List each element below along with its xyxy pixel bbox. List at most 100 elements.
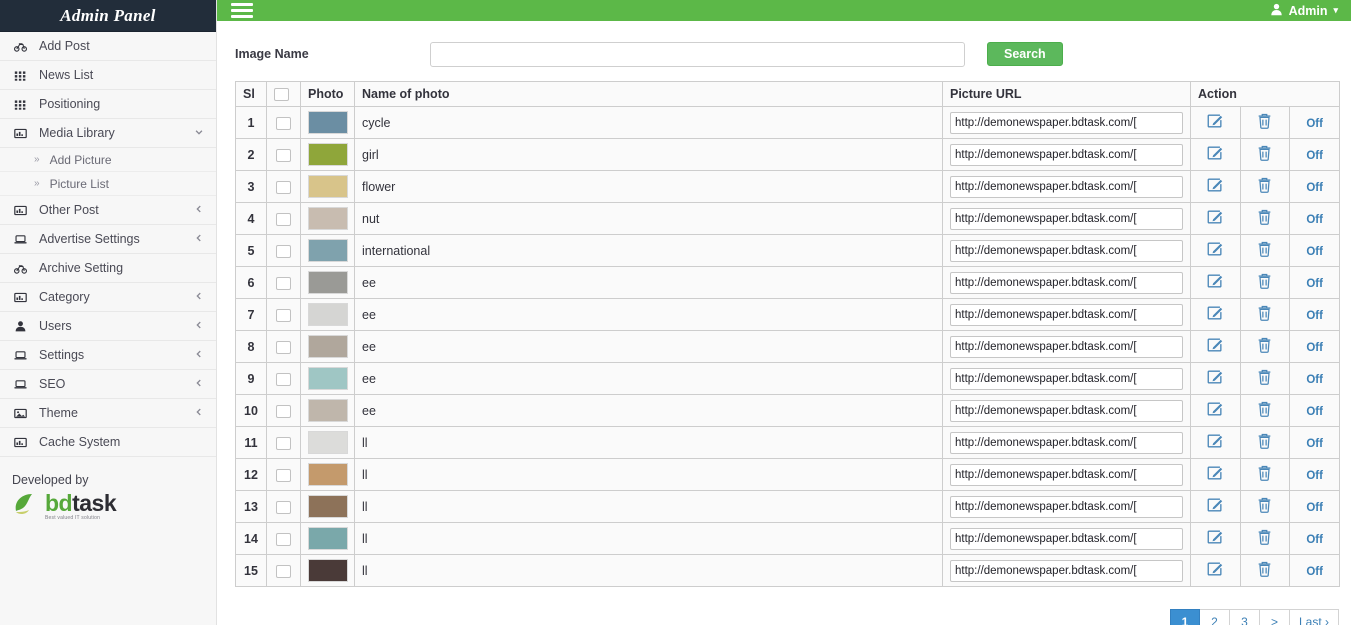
sidebar-item-settings[interactable]: Settings xyxy=(0,341,216,370)
trash-icon[interactable] xyxy=(1256,144,1273,165)
trash-icon[interactable] xyxy=(1256,112,1273,133)
status-toggle-link[interactable]: Off xyxy=(1306,310,1323,322)
row-checkbox[interactable] xyxy=(276,148,291,162)
photo-thumbnail[interactable] xyxy=(308,239,348,262)
trash-icon[interactable] xyxy=(1256,336,1273,357)
picture-url-input[interactable] xyxy=(950,175,1183,198)
status-toggle-link[interactable]: Off xyxy=(1306,534,1323,546)
picture-url-input[interactable] xyxy=(950,111,1183,134)
search-button[interactable]: Search xyxy=(987,42,1063,66)
status-toggle-link[interactable]: Off xyxy=(1306,342,1323,354)
edit-icon[interactable] xyxy=(1206,400,1224,421)
edit-icon[interactable] xyxy=(1206,464,1224,485)
picture-url-input[interactable] xyxy=(950,559,1183,582)
sidebar-item-advertise-settings[interactable]: Advertise Settings xyxy=(0,225,216,254)
sidebar-item-positioning[interactable]: Positioning xyxy=(0,90,216,119)
trash-icon[interactable] xyxy=(1256,272,1273,293)
row-checkbox[interactable] xyxy=(276,212,291,226)
edit-icon[interactable] xyxy=(1206,496,1224,517)
status-toggle-link[interactable]: Off xyxy=(1306,566,1323,578)
pagination-page-1[interactable]: 1 xyxy=(1169,609,1200,625)
trash-icon[interactable] xyxy=(1256,208,1273,229)
status-toggle-link[interactable]: Off xyxy=(1306,118,1323,130)
sidebar-item-add-post[interactable]: Add Post xyxy=(0,32,216,61)
picture-url-input[interactable] xyxy=(950,399,1183,422)
row-checkbox[interactable] xyxy=(276,500,291,514)
edit-icon[interactable] xyxy=(1206,528,1224,549)
photo-thumbnail[interactable] xyxy=(308,399,348,422)
trash-icon[interactable] xyxy=(1256,240,1273,261)
picture-url-input[interactable] xyxy=(950,207,1183,230)
sidebar-subitem-picture-list[interactable]: » Picture List xyxy=(0,172,216,196)
picture-url-input[interactable] xyxy=(950,271,1183,294)
select-all-checkbox[interactable] xyxy=(274,88,289,102)
row-checkbox[interactable] xyxy=(276,564,291,578)
photo-thumbnail[interactable] xyxy=(308,271,348,294)
picture-url-input[interactable] xyxy=(950,335,1183,358)
sidebar-subitem-add-picture[interactable]: » Add Picture xyxy=(0,148,216,172)
picture-url-input[interactable] xyxy=(950,367,1183,390)
edit-icon[interactable] xyxy=(1206,304,1224,325)
row-checkbox[interactable] xyxy=(276,340,291,354)
status-toggle-link[interactable]: Off xyxy=(1306,150,1323,162)
trash-icon[interactable] xyxy=(1256,176,1273,197)
status-toggle-link[interactable]: Off xyxy=(1306,182,1323,194)
edit-icon[interactable] xyxy=(1206,240,1224,261)
row-checkbox[interactable] xyxy=(276,468,291,482)
pagination-page-last[interactable]: Last › xyxy=(1289,609,1339,625)
hamburger-icon[interactable] xyxy=(231,0,253,21)
pagination-page-3[interactable]: 3 xyxy=(1229,609,1260,625)
search-input[interactable] xyxy=(430,41,965,67)
status-toggle-link[interactable]: Off xyxy=(1306,214,1323,226)
photo-thumbnail[interactable] xyxy=(308,527,348,550)
admin-dropdown[interactable]: Admin ▾ xyxy=(1270,3,1338,19)
row-checkbox[interactable] xyxy=(276,180,291,194)
picture-url-input[interactable] xyxy=(950,239,1183,262)
sidebar-item-cache-system[interactable]: Cache System xyxy=(0,428,216,457)
edit-icon[interactable] xyxy=(1206,272,1224,293)
sidebar-item-other-post[interactable]: Other Post xyxy=(0,196,216,225)
photo-thumbnail[interactable] xyxy=(308,431,348,454)
sidebar-item-users[interactable]: Users xyxy=(0,312,216,341)
row-checkbox[interactable] xyxy=(276,532,291,546)
picture-url-input[interactable] xyxy=(950,495,1183,518)
row-checkbox[interactable] xyxy=(276,244,291,258)
trash-icon[interactable] xyxy=(1256,432,1273,453)
row-checkbox[interactable] xyxy=(276,116,291,130)
row-checkbox[interactable] xyxy=(276,436,291,450)
picture-url-input[interactable] xyxy=(950,527,1183,550)
edit-icon[interactable] xyxy=(1206,336,1224,357)
trash-icon[interactable] xyxy=(1256,368,1273,389)
photo-thumbnail[interactable] xyxy=(308,463,348,486)
pagination-page->[interactable]: > xyxy=(1259,609,1290,625)
photo-thumbnail[interactable] xyxy=(308,335,348,358)
edit-icon[interactable] xyxy=(1206,144,1224,165)
sidebar-item-archive-setting[interactable]: Archive Setting xyxy=(0,254,216,283)
photo-thumbnail[interactable] xyxy=(308,559,348,582)
status-toggle-link[interactable]: Off xyxy=(1306,470,1323,482)
photo-thumbnail[interactable] xyxy=(308,207,348,230)
sidebar-item-seo[interactable]: SEO xyxy=(0,370,216,399)
status-toggle-link[interactable]: Off xyxy=(1306,246,1323,258)
edit-icon[interactable] xyxy=(1206,112,1224,133)
edit-icon[interactable] xyxy=(1206,176,1224,197)
trash-icon[interactable] xyxy=(1256,496,1273,517)
photo-thumbnail[interactable] xyxy=(308,143,348,166)
sidebar-item-category[interactable]: Category xyxy=(0,283,216,312)
status-toggle-link[interactable]: Off xyxy=(1306,502,1323,514)
photo-thumbnail[interactable] xyxy=(308,303,348,326)
row-checkbox[interactable] xyxy=(276,372,291,386)
photo-thumbnail[interactable] xyxy=(308,367,348,390)
picture-url-input[interactable] xyxy=(950,431,1183,454)
status-toggle-link[interactable]: Off xyxy=(1306,374,1323,386)
edit-icon[interactable] xyxy=(1206,560,1224,581)
row-checkbox[interactable] xyxy=(276,404,291,418)
trash-icon[interactable] xyxy=(1256,304,1273,325)
status-toggle-link[interactable]: Off xyxy=(1306,278,1323,290)
edit-icon[interactable] xyxy=(1206,432,1224,453)
sidebar-item-theme[interactable]: Theme xyxy=(0,399,216,428)
picture-url-input[interactable] xyxy=(950,303,1183,326)
status-toggle-link[interactable]: Off xyxy=(1306,438,1323,450)
row-checkbox[interactable] xyxy=(276,276,291,290)
trash-icon[interactable] xyxy=(1256,464,1273,485)
